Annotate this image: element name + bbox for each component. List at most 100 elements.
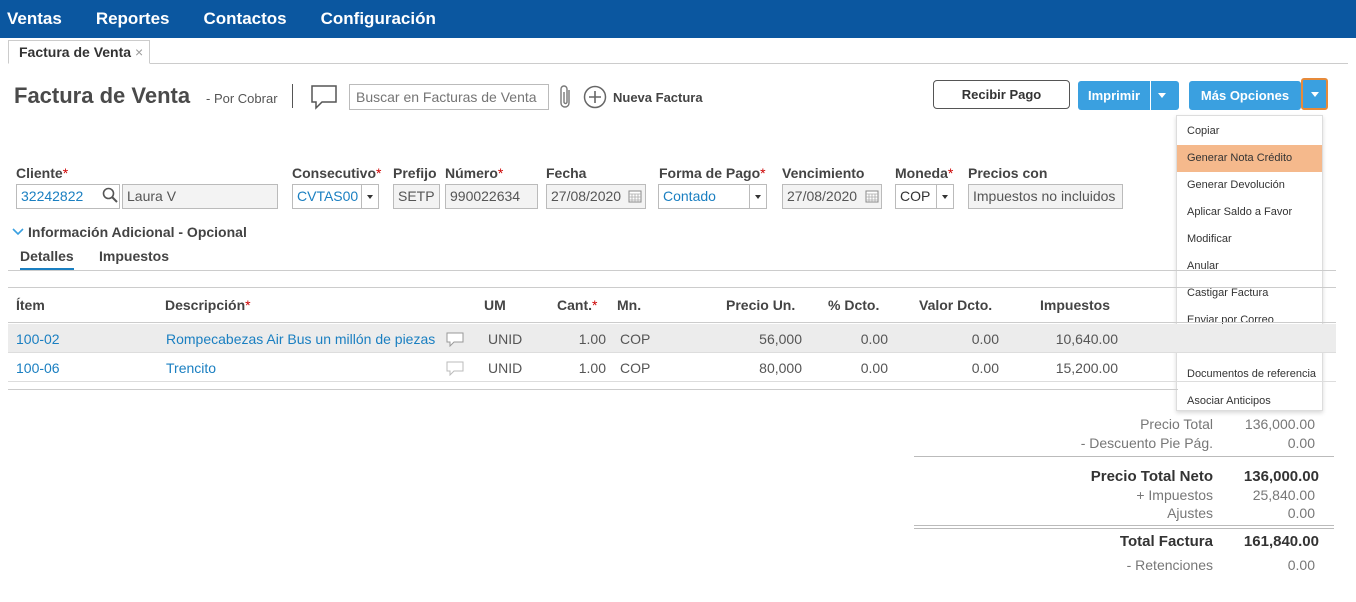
comment-icon[interactable]	[310, 84, 338, 110]
item-um: UNID	[488, 360, 523, 376]
calendar-icon[interactable]	[628, 189, 642, 203]
descuento-value: 0.00	[1287, 435, 1315, 451]
tab-detalles[interactable]: Detalles	[20, 248, 74, 270]
item-code[interactable]: 100-02	[16, 331, 60, 347]
more-options-button[interactable]: Más Opciones	[1189, 81, 1301, 110]
item-cant[interactable]: 1.00	[548, 360, 606, 376]
item-dcto[interactable]: 0.00	[818, 360, 888, 376]
consecutivo-label: Consecutivo*	[292, 165, 382, 181]
item-valor-dcto[interactable]: 0.00	[908, 360, 999, 376]
col-impuestos: Impuestos	[1040, 297, 1111, 313]
col-cant: Cant.*	[557, 297, 598, 313]
totals-divider	[914, 456, 1334, 457]
comment-icon[interactable]	[446, 361, 464, 376]
numero-field: 990022634	[445, 184, 538, 209]
ajustes-value: 0.00	[1287, 505, 1315, 521]
additional-info-toggle[interactable]: Información Adicional - Opcional	[12, 224, 247, 240]
item-precio[interactable]: 80,000	[708, 360, 802, 376]
comment-icon[interactable]	[446, 332, 464, 347]
chevron-down-icon	[942, 194, 948, 199]
status-label: - Por Cobrar	[206, 91, 278, 106]
totals-divider	[914, 528, 1334, 529]
nav-configuracion[interactable]: Configuración	[304, 9, 453, 29]
fecha-label: Fecha	[546, 165, 587, 181]
search-input[interactable]	[349, 84, 549, 110]
item-um: UNID	[488, 331, 523, 347]
item-description[interactable]: Rompecabezas Air Bus un millón de piezas	[166, 331, 435, 347]
col-precio: Precio Un.	[726, 297, 796, 313]
cliente-name-field[interactable]: Laura V	[122, 184, 278, 209]
additional-info-label: Información Adicional - Opcional	[28, 224, 247, 240]
vencimiento-label: Vencimiento	[782, 165, 865, 181]
moneda-select[interactable]: COP	[895, 184, 937, 209]
detail-tabs: Detalles Impuestos	[8, 248, 1336, 271]
item-mn: COP	[620, 331, 651, 347]
col-dcto: % Dcto.	[828, 297, 880, 313]
descuento-label: - Descuento Pie Pág.	[1080, 435, 1213, 451]
totals-divider	[914, 525, 1334, 526]
tab-impuestos[interactable]: Impuestos	[99, 248, 169, 264]
divider	[292, 84, 293, 108]
tab-factura-de-venta[interactable]: Factura de Venta ×	[8, 40, 151, 64]
chevron-down-icon	[12, 228, 24, 236]
menu-item-copiar[interactable]: Copiar	[1177, 118, 1322, 145]
table-row[interactable]: 100-06 Trencito UNID 1.00 COP 80,000 0.0…	[8, 353, 1336, 382]
print-dropdown-toggle[interactable]	[1150, 81, 1172, 110]
search-icon[interactable]	[101, 186, 119, 204]
item-impuestos: 15,200.00	[1055, 360, 1118, 376]
more-options-dropdown-toggle[interactable]	[1301, 78, 1328, 110]
item-dcto[interactable]: 0.00	[818, 331, 888, 347]
precios-label: Precios con	[968, 165, 1048, 181]
new-invoice-link[interactable]: Nueva Factura	[613, 90, 703, 105]
prefijo-field: SETP	[393, 184, 440, 209]
retenciones-label: - Retenciones	[1126, 557, 1213, 573]
item-mn: COP	[620, 360, 651, 376]
col-valor-dcto: Valor Dcto.	[919, 297, 993, 313]
prefijo-label: Prefijo	[393, 165, 437, 181]
item-code[interactable]: 100-06	[16, 360, 60, 376]
paperclip-icon[interactable]	[558, 84, 574, 110]
total-factura-label: Total Factura	[1119, 533, 1213, 550]
col-descripcion: Descripción*	[165, 297, 251, 313]
item-cant[interactable]: 1.00	[548, 331, 606, 347]
calendar-icon[interactable]	[865, 189, 879, 203]
add-circle-icon[interactable]	[583, 85, 607, 109]
item-impuestos: 10,640.00	[1055, 331, 1118, 347]
table-bottom-border	[8, 389, 1178, 390]
menu-item-asociar-anticipos[interactable]: Asociar Anticipos	[1177, 388, 1322, 415]
chevron-down-icon	[1310, 91, 1319, 97]
numero-label: Número*	[445, 165, 504, 181]
forma-pago-dropdown[interactable]	[749, 184, 767, 209]
chevron-down-icon	[367, 194, 373, 199]
table-row[interactable]: 100-02 Rompecabezas Air Bus un millón de…	[8, 324, 1336, 353]
chevron-down-icon	[755, 194, 761, 199]
precio-total-value: 136,000.00	[1244, 416, 1315, 432]
cliente-label: Cliente*	[16, 165, 69, 181]
tab-label: Factura de Venta	[19, 44, 132, 60]
consecutivo-dropdown[interactable]	[361, 184, 379, 209]
menu-item-generar-nota-credito[interactable]: Generar Nota Crédito	[1177, 145, 1322, 172]
moneda-dropdown[interactable]	[936, 184, 954, 209]
menu-item-generar-devolucion[interactable]: Generar Devolución	[1177, 172, 1322, 199]
impuestos-label: + Impuestos	[1136, 487, 1213, 503]
precio-neto-value: 136,000.00	[1243, 468, 1319, 485]
top-nav: Ventas Reportes Contactos Configuración	[0, 0, 1356, 38]
precio-neto-label: Precio Total Neto	[1090, 468, 1213, 485]
close-icon[interactable]: ×	[135, 44, 143, 60]
nav-reportes[interactable]: Reportes	[79, 9, 187, 29]
items-table-header: Ítem Descripción* UM Cant.* Mn. Precio U…	[8, 287, 1336, 323]
receive-payment-button[interactable]: Recibir Pago	[933, 80, 1070, 109]
consecutivo-select[interactable]: CVTAS00	[292, 184, 362, 209]
document-tabstrip: Factura de Venta ×	[8, 40, 1348, 64]
item-description[interactable]: Trencito	[166, 360, 216, 376]
item-valor-dcto[interactable]: 0.00	[908, 331, 999, 347]
page-title: Factura de Venta	[14, 83, 191, 108]
menu-item-aplicar-saldo[interactable]: Aplicar Saldo a Favor	[1177, 199, 1322, 226]
more-options-label: Más Opciones	[1200, 88, 1290, 103]
total-factura-value: 161,840.00	[1243, 533, 1319, 550]
nav-ventas[interactable]: Ventas	[0, 9, 79, 29]
item-precio[interactable]: 56,000	[708, 331, 802, 347]
nav-contactos[interactable]: Contactos	[187, 9, 304, 29]
print-button[interactable]: Imprimir	[1078, 81, 1179, 110]
forma-pago-select[interactable]: Contado	[658, 184, 750, 209]
